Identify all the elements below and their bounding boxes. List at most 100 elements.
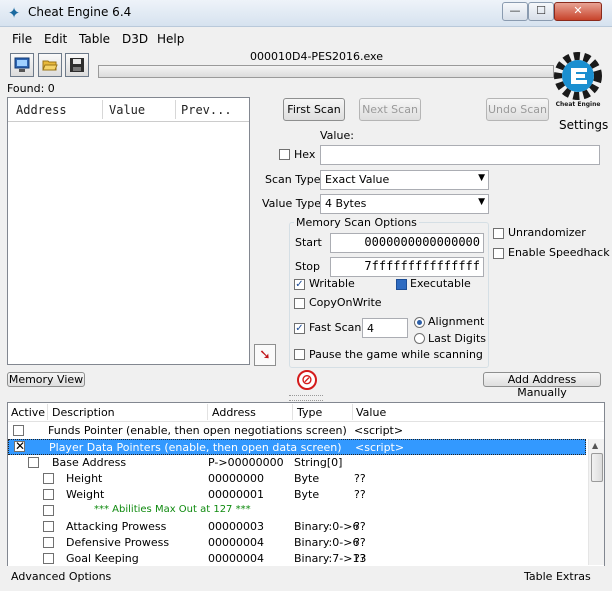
memory-scan-options-title: Memory Scan Options [294, 216, 419, 229]
memory-view-button[interactable]: Memory View [7, 372, 85, 387]
table-row[interactable]: *** Abilities Max Out at 127 *** [8, 503, 586, 519]
menu-edit[interactable]: Edit [44, 32, 67, 46]
row-address: 00000003 [208, 520, 264, 533]
last-digits-label: Last Digits [428, 332, 487, 345]
menu-d3d[interactable]: D3D [122, 32, 148, 46]
scrollbar-thumb[interactable] [591, 453, 603, 482]
hex-label: Hex [294, 148, 316, 161]
scan-results-header: Address Value Prev... [8, 98, 249, 122]
settings-label[interactable]: Settings [559, 118, 608, 132]
table-row-selected[interactable]: ✕ Player Data Pointers (enable, then ope… [8, 439, 586, 455]
table-row[interactable]: Defensive Prowess 00000004 Binary:0->6 ?… [8, 535, 586, 551]
scroll-up-icon[interactable]: ▲ [592, 441, 598, 450]
next-scan-button[interactable]: Next Scan [359, 98, 421, 121]
row-type: String[0] [294, 456, 343, 469]
select-process-button[interactable] [10, 53, 34, 77]
pause-game-checkbox[interactable] [294, 349, 305, 360]
maximize-button[interactable]: ☐ [528, 2, 554, 21]
copy-on-write-checkbox[interactable] [294, 298, 305, 309]
row-description: Weight [66, 488, 105, 501]
menu-file[interactable]: File [12, 32, 32, 46]
last-digits-radio[interactable] [414, 333, 425, 344]
row-value: <script> [354, 424, 404, 437]
active-checkbox[interactable] [13, 425, 24, 436]
active-checkbox[interactable] [43, 521, 54, 532]
scan-progress-bar [98, 65, 554, 78]
vertical-scrollbar[interactable]: ▲ [588, 439, 604, 565]
writable-checkbox[interactable]: ✓ [294, 279, 305, 290]
row-description: Attacking Prowess [66, 520, 167, 533]
scan-type-select[interactable]: Exact Value ▼ [320, 170, 489, 190]
table-row[interactable]: Goal Keeping 00000004 Binary:7->13 ?? [8, 551, 586, 567]
unrandomizer-checkbox[interactable] [493, 228, 504, 239]
col-description[interactable]: Description [52, 406, 115, 419]
menu-bar: File Edit Table D3D Help [0, 30, 612, 48]
table-row[interactable]: Funds Pointer (enable, then open negotia… [8, 423, 586, 439]
table-row[interactable]: Base Address P->00000000 String[0] [8, 455, 586, 471]
scan-results-list[interactable]: Address Value Prev... [7, 97, 250, 365]
start-address-input[interactable]: 0000000000000000 [330, 233, 484, 253]
row-type: Byte [294, 472, 320, 485]
col-address[interactable]: Address [16, 103, 67, 117]
minimize-button[interactable]: — [502, 2, 528, 21]
active-checkbox[interactable]: ✕ [14, 440, 25, 452]
open-file-button[interactable] [38, 53, 62, 77]
scan-type-label: Scan Type [265, 173, 321, 186]
col-active[interactable]: Active [11, 406, 45, 419]
active-checkbox[interactable] [43, 473, 54, 484]
speedhack-checkbox[interactable] [493, 248, 504, 259]
save-file-button[interactable] [65, 53, 89, 77]
value-label: Value: [320, 129, 354, 142]
close-button[interactable]: ✕ [554, 2, 602, 21]
add-to-table-arrow-button[interactable]: ➘ [254, 344, 276, 366]
cheat-table[interactable]: Active Description Address Type Value Fu… [7, 402, 605, 568]
table-row[interactable]: Attacking Prowess 00000003 Binary:0->6 ?… [8, 519, 586, 535]
start-label: Start [295, 236, 322, 249]
fast-scan-input[interactable]: 4 [362, 318, 408, 338]
copy-on-write-label: CopyOnWrite [309, 296, 382, 309]
row-address: 00000001 [208, 488, 264, 501]
cheat-engine-gear-icon: Cheat Engine [554, 52, 602, 108]
speedhack-label: Enable Speedhack [508, 246, 610, 259]
menu-help[interactable]: Help [157, 32, 184, 46]
unrandomizer-label: Unrandomizer [508, 226, 586, 239]
column-divider [352, 404, 353, 420]
table-extras-link[interactable]: Table Extras [524, 570, 591, 583]
undo-scan-button[interactable]: Undo Scan [486, 98, 549, 121]
cheat-table-header: Active Description Address Type Value [8, 403, 604, 422]
col-type[interactable]: Type [297, 406, 322, 419]
col-previous[interactable]: Prev... [181, 103, 232, 117]
table-row[interactable]: Height 00000000 Byte ?? [8, 471, 586, 487]
table-row[interactable]: Weight 00000001 Byte ?? [8, 487, 586, 503]
stop-icon[interactable]: ⊘ [297, 370, 317, 390]
col-address[interactable]: Address [212, 406, 256, 419]
stop-address-input[interactable]: 7fffffffffffffff [330, 257, 484, 277]
col-value[interactable]: Value [356, 406, 386, 419]
panel-splitter[interactable] [289, 395, 323, 401]
col-value[interactable]: Value [109, 103, 145, 117]
menu-table[interactable]: Table [79, 32, 110, 46]
active-checkbox[interactable] [43, 505, 54, 516]
row-description: Goal Keeping [66, 552, 139, 565]
scan-value-input[interactable] [320, 145, 600, 165]
cheat-engine-logo[interactable]: Cheat Engine [553, 50, 603, 110]
hex-checkbox[interactable] [279, 149, 290, 160]
fast-scan-checkbox[interactable]: ✓ [294, 323, 305, 334]
active-checkbox[interactable] [43, 489, 54, 500]
executable-checkbox[interactable] [396, 279, 407, 290]
computer-icon [14, 57, 30, 72]
column-divider [292, 404, 293, 420]
active-checkbox[interactable] [43, 537, 54, 548]
alignment-radio[interactable] [414, 317, 425, 328]
first-scan-button[interactable]: First Scan [283, 98, 345, 121]
active-checkbox[interactable] [28, 457, 39, 468]
column-divider [47, 404, 48, 420]
row-type: Byte [294, 488, 320, 501]
row-value: ?? [354, 552, 366, 565]
active-checkbox[interactable] [43, 553, 54, 564]
fast-scan-label: Fast Scan [309, 321, 362, 334]
add-address-manually-button[interactable]: Add Address Manually [483, 372, 601, 399]
value-type-select[interactable]: 4 Bytes ▼ [320, 194, 489, 214]
advanced-options-link[interactable]: Advanced Options [11, 570, 111, 583]
scan-type-value: Exact Value [325, 173, 390, 186]
